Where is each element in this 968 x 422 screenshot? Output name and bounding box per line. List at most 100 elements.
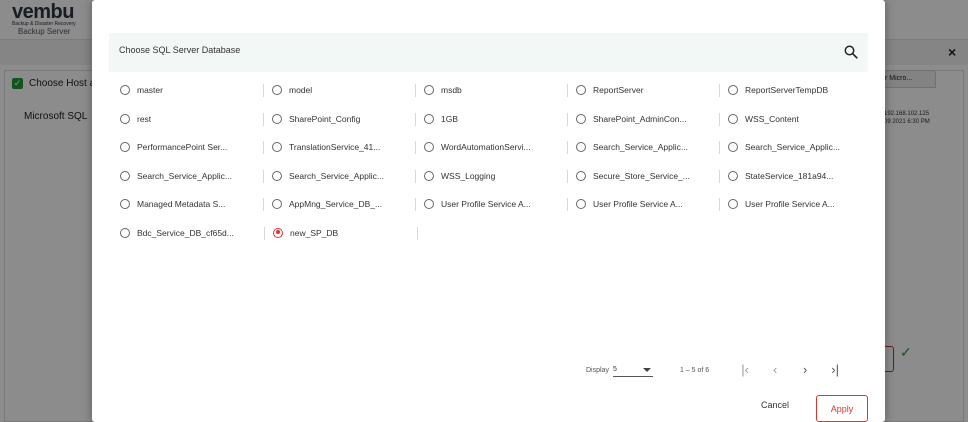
- database-label: Secure_Store_Service_...: [593, 170, 690, 181]
- database-label: ReportServer: [593, 85, 644, 96]
- radio-icon[interactable]: [424, 142, 434, 153]
- radio-icon[interactable]: [728, 142, 738, 153]
- database-label: SharePoint_AdminCon...: [593, 113, 687, 124]
- radio-icon[interactable]: [120, 227, 130, 238]
- database-label: Managed Metadata S...: [137, 199, 226, 210]
- database-label: User Profile Service A...: [593, 199, 683, 210]
- database-label: User Profile Service A...: [745, 199, 835, 210]
- database-label: WordAutomationServi...: [441, 142, 531, 153]
- database-option[interactable]: AppMng_Service_DB_...: [263, 190, 416, 219]
- database-label: AppMng_Service_DB_...: [289, 199, 383, 210]
- database-option[interactable]: TranslationService_41...: [263, 133, 416, 162]
- cancel-button[interactable]: Cancel: [761, 400, 789, 410]
- database-option[interactable]: 1GB: [415, 105, 568, 134]
- database-option[interactable]: Search_Service_Applic...: [719, 133, 872, 162]
- radio-icon[interactable]: [728, 199, 738, 210]
- last-page-icon[interactable]: ›|: [829, 363, 841, 377]
- database-option[interactable]: Secure_Store_Service_...: [567, 162, 720, 191]
- database-option[interactable]: User Profile Service A...: [567, 190, 720, 219]
- database-row: rest SharePoint_Config 1GB SharePoint_Admin…: [112, 105, 872, 134]
- radio-icon[interactable]: [576, 142, 586, 153]
- database-option[interactable]: Managed Metadata S...: [112, 190, 264, 219]
- database-label: Search_Service_Applic...: [289, 170, 384, 181]
- database-row: Managed Metadata S... AppMng_Service_DB_.…: [112, 190, 872, 219]
- database-option[interactable]: WSS_Logging: [415, 162, 568, 191]
- radio-icon[interactable]: [120, 199, 130, 210]
- database-option[interactable]: SharePoint_AdminCon...: [567, 105, 720, 134]
- radio-icon[interactable]: [576, 199, 586, 210]
- database-label: WSS_Logging: [441, 170, 496, 181]
- radio-icon[interactable]: [272, 113, 282, 124]
- prev-page-icon[interactable]: ‹: [769, 363, 781, 377]
- search-bar: Choose SQL Server Database: [109, 33, 868, 72]
- radio-icon[interactable]: [424, 170, 434, 181]
- radio-icon[interactable]: [272, 170, 282, 181]
- radio-icon[interactable]: [272, 199, 282, 210]
- choose-database-modal: Choose SQL Server Database master model ms…: [92, 0, 885, 422]
- radio-icon[interactable]: [576, 85, 586, 96]
- database-row: Search_Service_Applic... Search_Service_A…: [112, 162, 872, 191]
- radio-icon[interactable]: [120, 113, 130, 124]
- radio-icon[interactable]: [424, 85, 434, 96]
- radio-icon[interactable]: [120, 85, 130, 96]
- empty-cell: [417, 219, 571, 248]
- database-option[interactable]: WordAutomationServi...: [415, 133, 568, 162]
- database-option[interactable]: msdb: [415, 76, 568, 105]
- page-range: 1 – 5 of 6: [679, 366, 710, 374]
- radio-icon[interactable]: [424, 113, 434, 124]
- database-option[interactable]: rest: [112, 105, 264, 134]
- database-option[interactable]: master: [112, 76, 264, 105]
- database-option[interactable]: Search_Service_Applic...: [263, 162, 416, 191]
- database-label: ReportServerTempDB: [745, 85, 829, 96]
- database-label: StateService_181a94...: [745, 170, 834, 181]
- radio-selected-icon[interactable]: [273, 227, 283, 238]
- database-label: rest: [137, 113, 152, 124]
- database-option[interactable]: new_SP_DB: [264, 219, 418, 248]
- database-option[interactable]: SharePoint_Config: [263, 105, 416, 134]
- database-label: new_SP_DB: [290, 227, 339, 238]
- radio-icon[interactable]: [120, 142, 130, 153]
- database-label: Search_Service_Applic...: [745, 142, 840, 153]
- database-option[interactable]: Search_Service_Applic...: [567, 133, 720, 162]
- database-label: WSS_Content: [745, 113, 799, 124]
- modal-title: Choose SQL Server Database: [119, 45, 241, 55]
- database-label: model: [289, 85, 313, 96]
- database-label: SharePoint_Config: [289, 113, 361, 124]
- database-option[interactable]: Bdc_Service_DB_cf65d...: [112, 219, 265, 248]
- database-label: master: [137, 85, 163, 96]
- first-page-icon[interactable]: |‹: [739, 363, 751, 377]
- database-option[interactable]: User Profile Service A...: [719, 190, 872, 219]
- radio-icon[interactable]: [424, 199, 434, 210]
- next-page-icon[interactable]: ›: [799, 363, 811, 377]
- radio-icon[interactable]: [576, 113, 586, 124]
- database-option[interactable]: ReportServerTempDB: [719, 76, 872, 105]
- display-select[interactable]: 5: [612, 364, 653, 377]
- chevron-down-icon: [642, 367, 651, 372]
- database-option[interactable]: User Profile Service A...: [415, 190, 568, 219]
- radio-icon[interactable]: [576, 170, 586, 181]
- database-label: Search_Service_Applic...: [137, 170, 232, 181]
- database-option[interactable]: StateService_181a94...: [719, 162, 872, 191]
- display-label: Display: [586, 366, 609, 374]
- radio-icon[interactable]: [728, 85, 738, 96]
- database-option[interactable]: ReportServer: [567, 76, 720, 105]
- apply-button[interactable]: Apply: [816, 395, 868, 422]
- pagination: Display 5 1 – 5 of 6 |‹ ‹ › ›|: [586, 361, 841, 379]
- display-value: 5: [612, 365, 617, 373]
- database-grid: master model msdb ReportServer ReportServerT…: [112, 76, 872, 247]
- database-option[interactable]: Search_Service_Applic...: [112, 162, 264, 191]
- database-option[interactable]: WSS_Content: [719, 105, 872, 134]
- radio-icon[interactable]: [120, 170, 130, 181]
- database-row: Bdc_Service_DB_cf65d... new_SP_DB: [112, 219, 872, 248]
- radio-icon[interactable]: [272, 142, 282, 153]
- database-label: 1GB: [441, 113, 459, 124]
- search-icon[interactable]: [844, 45, 858, 59]
- radio-icon[interactable]: [728, 113, 738, 124]
- database-row: PerformancePoint Ser... TranslationServic…: [112, 133, 872, 162]
- radio-icon[interactable]: [728, 170, 738, 181]
- database-label: User Profile Service A...: [441, 199, 531, 210]
- database-option[interactable]: model: [263, 76, 416, 105]
- database-option[interactable]: PerformancePoint Ser...: [112, 133, 264, 162]
- radio-icon[interactable]: [272, 85, 282, 96]
- database-label: PerformancePoint Ser...: [137, 142, 228, 153]
